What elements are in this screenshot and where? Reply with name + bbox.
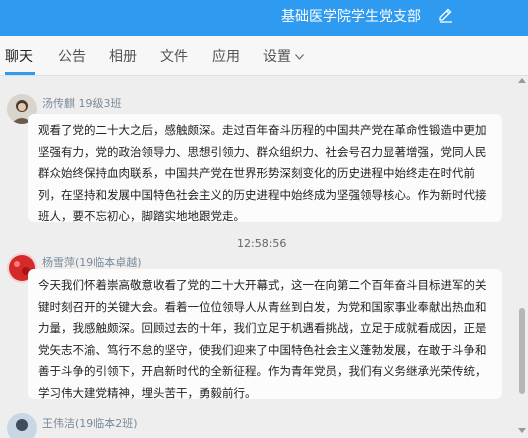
message-bubble: 今天我们怀着崇高敬意收看了党的二十大开幕式，这一在向第二个百年奋斗目标进军的关键… bbox=[28, 269, 502, 400]
avatar-image bbox=[7, 413, 37, 438]
scroll-up-arrow-icon[interactable] bbox=[518, 78, 526, 83]
pencil-icon[interactable] bbox=[437, 6, 455, 24]
tab-files[interactable]: 文件 bbox=[160, 46, 188, 66]
chat-area[interactable]: 汤传麒 19级3班 观看了党的二十大之后，感触颇深。走过百年奋斗历程的中国共产党… bbox=[0, 76, 516, 438]
active-tab-indicator bbox=[5, 72, 35, 75]
group-title: 基础医学院学生党支部 bbox=[281, 9, 421, 25]
message-bubble: 观看了党的二十大之后，感触颇深。走过百年奋斗历程的中国共产党在革命性锻造中更加坚… bbox=[28, 114, 502, 223]
scrollbar-thumb[interactable] bbox=[519, 308, 525, 394]
sender-name: 杨雪萍(19临本卓越) bbox=[42, 256, 142, 269]
tab-album[interactable]: 相册 bbox=[109, 46, 137, 66]
tab-settings-label: 设置 bbox=[263, 49, 291, 65]
chevron-down-icon bbox=[295, 54, 304, 60]
scroll-down-arrow-icon[interactable] bbox=[518, 428, 526, 433]
avatar[interactable] bbox=[7, 413, 37, 438]
tab-announcements[interactable]: 公告 bbox=[58, 46, 86, 66]
tab-apps[interactable]: 应用 bbox=[212, 46, 240, 66]
tab-settings[interactable]: 设置 bbox=[263, 46, 304, 66]
sender-name: 汤传麒 19级3班 bbox=[42, 97, 122, 110]
title-bar: 基础医学院学生党支部 bbox=[0, 0, 528, 36]
tab-bar: 聊天 公告 相册 文件 应用 设置 bbox=[0, 36, 528, 76]
chat-scrollbar[interactable] bbox=[516, 76, 528, 438]
timestamp: 12:58:56 bbox=[237, 237, 287, 250]
sender-name: 王伟洁(19临本2班) bbox=[42, 417, 138, 430]
tab-chat[interactable]: 聊天 bbox=[5, 46, 33, 66]
